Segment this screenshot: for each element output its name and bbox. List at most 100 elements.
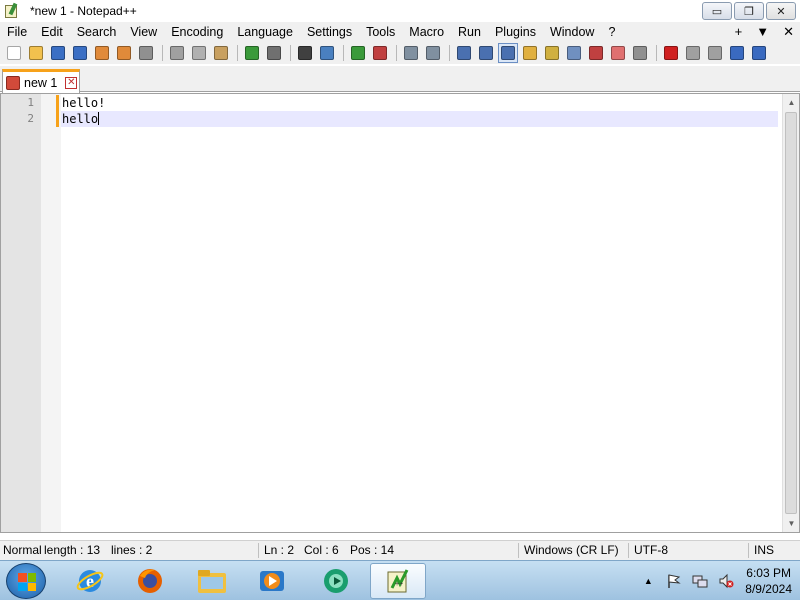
print-button[interactable] bbox=[136, 43, 156, 63]
title-bar: *new 1 - Notepad++ ▭ ❐ ✕ bbox=[0, 0, 800, 22]
menu-right-controls: + ▼ ✕ bbox=[735, 22, 794, 42]
scroll-down-icon[interactable]: ▼ bbox=[783, 515, 800, 532]
macro-save-button[interactable] bbox=[749, 43, 769, 63]
show-all-chars-button[interactable] bbox=[476, 43, 496, 63]
media-player-icon[interactable] bbox=[244, 563, 300, 599]
macro-play-icon bbox=[708, 46, 722, 60]
find-button[interactable] bbox=[295, 43, 315, 63]
paste-button[interactable] bbox=[211, 43, 231, 63]
minimize-button[interactable]: ▭ bbox=[702, 2, 732, 20]
menu-window[interactable]: Window bbox=[543, 22, 601, 42]
line-number-gutter bbox=[1, 94, 41, 532]
undo-button[interactable] bbox=[242, 43, 262, 63]
word-wrap-button[interactable] bbox=[454, 43, 474, 63]
menu-macro[interactable]: Macro bbox=[402, 22, 451, 42]
new-file-button[interactable] bbox=[4, 43, 24, 63]
macro-record-button[interactable] bbox=[661, 43, 681, 63]
replace-icon bbox=[320, 46, 334, 60]
folder-as-workspace-button[interactable] bbox=[608, 43, 628, 63]
line-number: 2 bbox=[27, 112, 34, 125]
redo-button[interactable] bbox=[264, 43, 284, 63]
macro-play-multiple-button[interactable] bbox=[727, 43, 747, 63]
menu-encoding[interactable]: Encoding bbox=[164, 22, 230, 42]
find-icon bbox=[298, 46, 312, 60]
toolbar-separator bbox=[162, 45, 163, 61]
change-marker bbox=[56, 95, 59, 111]
system-clock[interactable]: 6:03 PM 8/9/2024 bbox=[745, 565, 792, 597]
menu-search[interactable]: Search bbox=[70, 22, 124, 42]
tab-close-icon[interactable]: ✕ bbox=[65, 76, 78, 89]
scrollbar-thumb[interactable] bbox=[785, 112, 797, 514]
scroll-up-icon[interactable]: ▲ bbox=[783, 94, 800, 111]
menu-tools[interactable]: Tools bbox=[359, 22, 402, 42]
folder-workspace-button[interactable] bbox=[564, 43, 584, 63]
maximize-button[interactable]: ❐ bbox=[734, 2, 764, 20]
menu-file[interactable]: File bbox=[0, 22, 34, 42]
start-button[interactable] bbox=[6, 563, 46, 599]
firefox-icon[interactable] bbox=[122, 563, 178, 599]
close-all-button[interactable] bbox=[114, 43, 134, 63]
close-document-icon[interactable]: ✕ bbox=[783, 22, 794, 42]
notepad-plus-plus-taskbar-button[interactable]: ++ bbox=[370, 563, 426, 599]
vertical-scrollbar[interactable]: ▲ ▼ bbox=[782, 94, 799, 532]
tab-bar: new 1 ✕ bbox=[0, 66, 800, 93]
tab-list-dropdown-icon[interactable]: ▼ bbox=[756, 22, 769, 42]
replace-button[interactable] bbox=[317, 43, 337, 63]
menu-view[interactable]: View bbox=[123, 22, 164, 42]
record-placeholder-button[interactable] bbox=[630, 43, 650, 63]
internet-explorer-icon[interactable]: e bbox=[62, 563, 118, 599]
copy-button[interactable] bbox=[189, 43, 209, 63]
open-file-button[interactable] bbox=[26, 43, 46, 63]
sync-vertical-button[interactable] bbox=[401, 43, 421, 63]
status-separator bbox=[748, 543, 749, 558]
save-all-icon bbox=[73, 46, 87, 60]
show-hidden-icons-icon[interactable]: ▲ bbox=[640, 573, 656, 589]
status-insert-mode: INS bbox=[754, 543, 775, 557]
zoom-out-icon bbox=[373, 46, 387, 60]
menu-plugins[interactable]: Plugins bbox=[488, 22, 543, 42]
svg-text:++: ++ bbox=[395, 581, 403, 588]
save-button[interactable] bbox=[48, 43, 68, 63]
volume-muted-icon[interactable] bbox=[718, 573, 734, 589]
menu-edit[interactable]: Edit bbox=[34, 22, 70, 42]
macro-stop-button[interactable] bbox=[683, 43, 703, 63]
doc-map-button[interactable] bbox=[520, 43, 540, 63]
sync-horizontal-button[interactable] bbox=[423, 43, 443, 63]
indent-guide-button[interactable] bbox=[498, 43, 518, 63]
media-center-icon[interactable] bbox=[308, 563, 364, 599]
function-list-button[interactable] bbox=[542, 43, 562, 63]
zoom-in-button[interactable] bbox=[348, 43, 368, 63]
macro-stop-icon bbox=[686, 46, 700, 60]
new-tab-plus-icon[interactable]: + bbox=[735, 22, 743, 42]
close-button[interactable]: ✕ bbox=[766, 2, 796, 20]
status-separator bbox=[628, 543, 629, 558]
network-icon[interactable] bbox=[692, 573, 708, 589]
monitoring-icon bbox=[589, 46, 603, 60]
current-line-highlight bbox=[61, 111, 778, 127]
editor-area[interactable]: 1 hello! 2 hello ▲ ▼ bbox=[0, 93, 800, 533]
cut-button[interactable] bbox=[167, 43, 187, 63]
record-placeholder-icon bbox=[633, 46, 647, 60]
monitoring-button[interactable] bbox=[586, 43, 606, 63]
menu-settings[interactable]: Settings bbox=[300, 22, 359, 42]
clock-date: 8/9/2024 bbox=[745, 582, 792, 596]
file-explorer-icon[interactable] bbox=[184, 563, 240, 599]
menu-language[interactable]: Language bbox=[230, 22, 300, 42]
close-button[interactable] bbox=[92, 43, 112, 63]
code-line[interactable]: hello! bbox=[62, 95, 105, 111]
status-bar: Normal text file length : 13 lines : 2 L… bbox=[0, 540, 800, 560]
status-eol: Windows (CR LF) bbox=[524, 543, 619, 557]
action-center-flag-icon[interactable] bbox=[666, 573, 682, 589]
code-line-current[interactable]: hello bbox=[62, 111, 100, 127]
copy-icon bbox=[192, 46, 206, 60]
save-all-button[interactable] bbox=[70, 43, 90, 63]
tab-new-1[interactable]: new 1 ✕ bbox=[2, 69, 80, 93]
undo-icon bbox=[245, 46, 259, 60]
menu-run[interactable]: Run bbox=[451, 22, 488, 42]
zoom-out-button[interactable] bbox=[370, 43, 390, 63]
macro-play-button[interactable] bbox=[705, 43, 725, 63]
redo-icon bbox=[267, 46, 281, 60]
menu-help[interactable]: ? bbox=[601, 22, 622, 42]
folder-workspace-icon bbox=[567, 46, 581, 60]
line-number: 1 bbox=[27, 96, 34, 109]
